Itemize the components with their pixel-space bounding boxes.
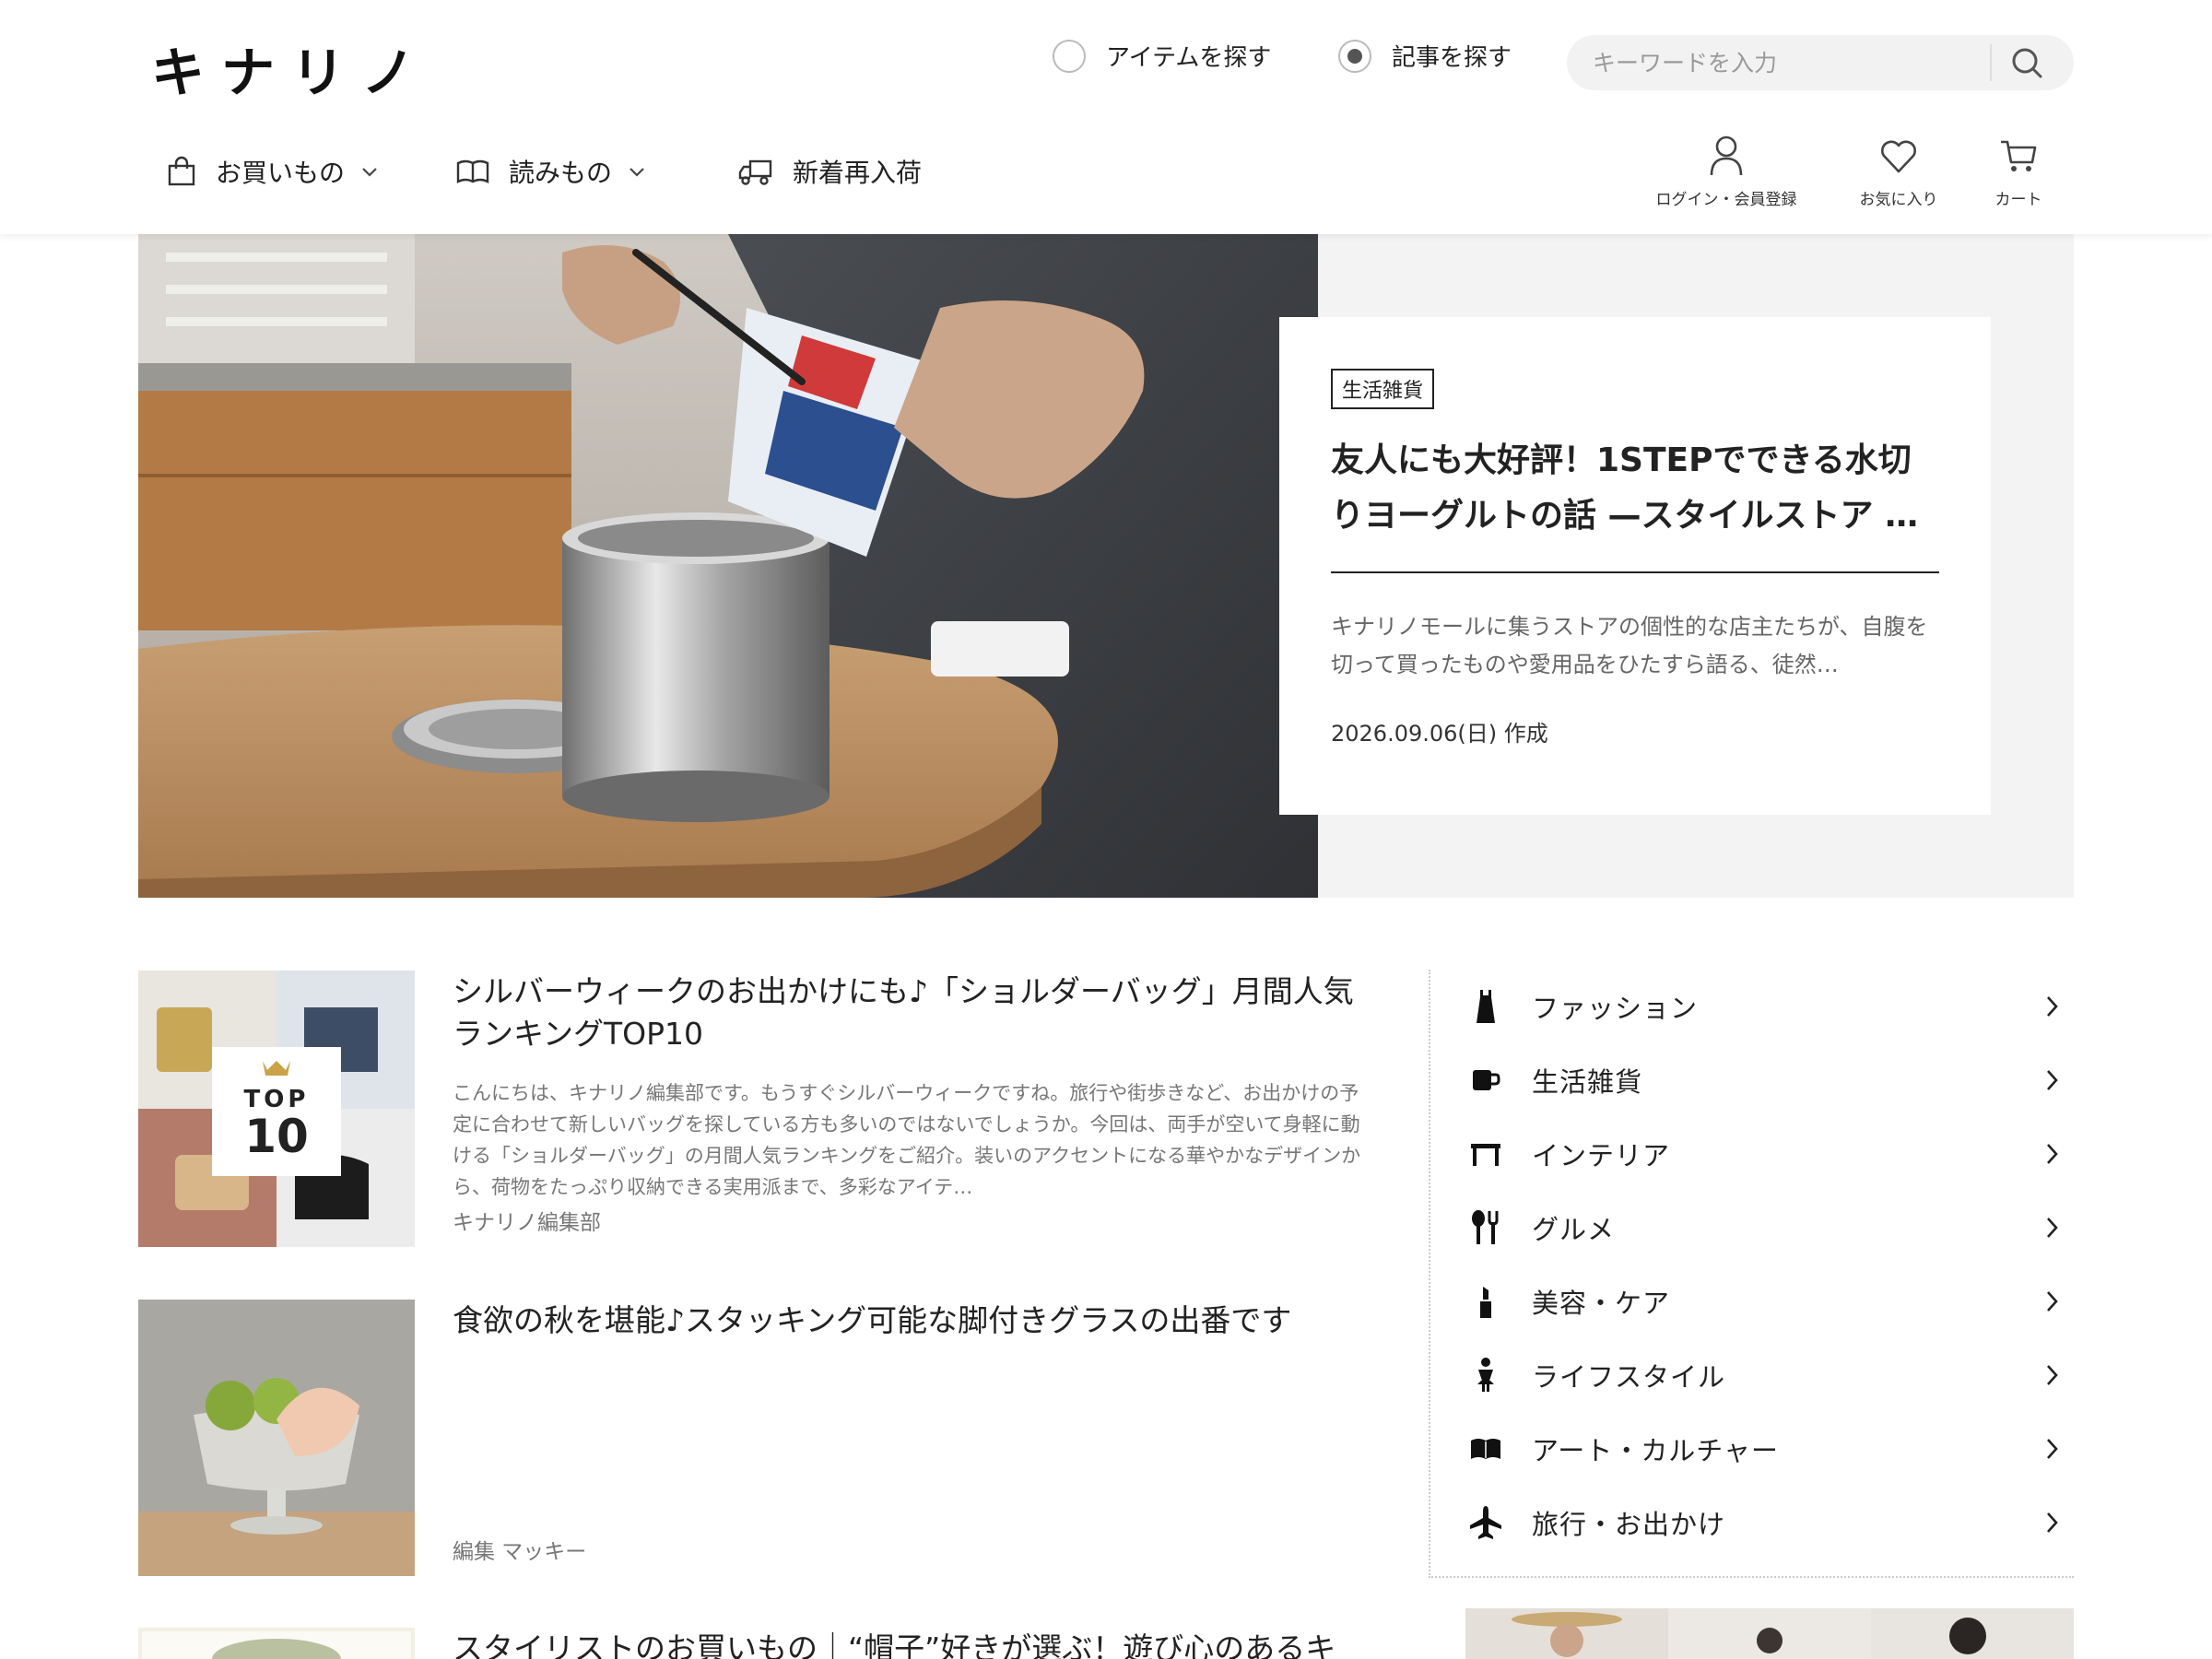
nav-reading[interactable]: 読みもの [455,153,647,190]
featured-article-image[interactable] [138,234,1318,898]
heart-icon [1881,140,1916,173]
featured-article[interactable]: 生活雑貨 友人にも大好評！1STEPでできる水切りヨーグルトの話 —スタイルスト… [138,234,2074,898]
person-icon [1467,1357,1504,1394]
featured-article-description: キナリノモールに集うストアの個性的な店主たちが、自腹を切って買ったものや愛用品を… [1331,614,1928,677]
lipstick-icon [1467,1283,1504,1320]
chevron-down-icon [362,168,377,177]
chevron-right-icon [2047,1144,2058,1164]
fruit-glass-photo [138,1300,415,1576]
shoulder-bag-collage: TOP 10 [138,971,415,1247]
article-author: 編集 マッキー [453,1540,587,1564]
login-button[interactable]: ログイン・会員登録 [1653,135,1800,209]
fork-spoon-icon [1467,1209,1504,1246]
site-logo[interactable]: キナリノ [151,29,431,107]
category-label: グルメ [1532,1214,1616,1245]
nav-new-arrivals[interactable]: 新着再入荷 [737,153,922,190]
hat-photo [138,1628,415,1659]
favorites-label: お気に入り [1859,191,1938,209]
cart-label: カート [1994,191,2042,209]
search-icon [2012,48,2042,78]
article-author: キナリノ編集部 [453,1211,601,1235]
dress-icon [1467,988,1504,1025]
user-icon [1710,135,1743,176]
article-list-item[interactable]: 食欲の秋を堪能♪スタッキング可能な脚付きグラスの出番です 編集 マッキー [138,1300,1373,1576]
article-title[interactable]: スタイリストのお買いもの｜“帽子”好きが選ぶ！遊び心のあるキ [453,1628,1373,1659]
category-beauty[interactable]: 美容・ケア [1467,1265,2076,1338]
category-travel[interactable]: 旅行・お出かけ [1467,1486,2076,1559]
chevron-right-icon [2047,1291,2058,1312]
chevron-right-icon [2047,1218,2058,1238]
hat-models-banner [1465,1608,2074,1659]
category-label: インテリア [1532,1140,1671,1171]
article-thumbnail[interactable]: TOP 10 [138,971,415,1247]
cart-icon [2001,140,2037,171]
category-label: 生活雑貨 [1532,1066,1643,1098]
category-label: 旅行・お出かけ [1532,1509,1726,1540]
search-button[interactable] [2007,42,2048,83]
category-gourmet[interactable]: グルメ [1467,1191,2076,1265]
sidebar-banner[interactable] [1465,1608,2074,1659]
category-label: アート・カルチャー [1532,1435,1779,1466]
login-label: ログイン・会員登録 [1655,191,1797,209]
radio-items-label[interactable]: アイテムを探す [1106,39,1271,73]
search-mode-items[interactable]: アイテムを探す [1053,39,1271,73]
chevron-right-icon [2047,1365,2058,1385]
chevron-right-icon [2047,996,2058,1017]
chevron-down-icon [629,168,644,177]
article-description: こんにちは、キナリノ編集部です。もうすぐシルバーウィークですね。旅行や街歩きなど… [453,1082,1361,1198]
article-title[interactable]: 食欲の秋を堪能♪スタッキング可能な脚付きグラスの出番です [453,1300,1374,1342]
category-daily-goods[interactable]: 生活雑貨 [1467,1043,2076,1117]
category-lifestyle[interactable]: ライフスタイル [1467,1338,2076,1412]
article-title[interactable]: シルバーウィークのお出かけにも♪「ショルダーバッグ」月間人気ランキングTOP10 [453,971,1374,1055]
search-mode-articles[interactable]: 記事を探す [1338,39,1512,73]
chevron-right-icon [2047,1439,2058,1459]
article-thumbnail[interactable] [138,1300,415,1576]
favorites-button[interactable]: お気に入り [1843,135,1954,209]
radio-articles-label[interactable]: 記事を探す [1392,39,1512,73]
mug-icon [1467,1062,1504,1099]
nav-reading-label: 読みもの [509,158,613,188]
category-fashion[interactable]: ファッション [1467,970,2076,1043]
nav-shopping[interactable]: お買いもの [166,153,380,190]
yogurt-strainer-photo [138,234,1318,898]
chevron-right-icon [2047,1512,2058,1533]
radio-items[interactable] [1053,39,1086,73]
search-input[interactable] [1593,35,2007,90]
category-label: ライフスタイル [1532,1361,1726,1393]
delivery-truck-icon [738,159,772,185]
nav-new-arrivals-label: 新着再入荷 [793,158,923,188]
nav-shopping-label: お買いもの [216,158,346,188]
featured-article-date: 2026.09.06(日) 作成 [1331,721,1548,747]
category-label: 美容・ケア [1532,1288,1671,1319]
top-badge-number: 10 [244,1110,309,1163]
book-icon [1467,1430,1504,1467]
search-box [1567,35,2074,90]
radio-articles[interactable] [1338,39,1371,73]
featured-article-card[interactable]: 生活雑貨 友人にも大好評！1STEPでできる水切りヨーグルトの話 —スタイルスト… [1279,317,1991,815]
article-list-item[interactable]: スタイリストのお買いもの｜“帽子”好きが選ぶ！遊び心のあるキ [138,1628,1373,1659]
category-interior[interactable]: インテリア [1467,1117,2076,1191]
divider [1331,571,1939,573]
airplane-icon [1467,1504,1504,1541]
open-book-icon [456,159,489,183]
site-header: キナリノ アイテムを探す 記事を探す お買いもの [0,0,2212,234]
category-label: ファッション [1532,993,1699,1024]
article-list-item[interactable]: TOP 10 シルバーウィークのお出かけにも♪「ショルダーバッグ」月間人気ランキ… [138,971,1373,1247]
featured-article-title[interactable]: 友人にも大好評！1STEPでできる水切りヨーグルトの話 —スタイルストア … [1331,433,1939,544]
category-tag[interactable]: 生活雑貨 [1331,369,1435,409]
chevron-right-icon [2047,1070,2058,1090]
shopping-bag-icon [168,156,195,186]
category-sidebar: ファッション 生活雑貨 インテリア グルメ 美容・ケア ライフスタイル アート・… [1429,970,2074,1578]
category-art-culture[interactable]: アート・カルチャー [1467,1412,2076,1486]
cart-button[interactable]: カート [1982,135,2055,209]
search-divider [1990,44,1992,81]
article-thumbnail[interactable] [138,1628,415,1659]
table-icon [1467,1135,1504,1172]
